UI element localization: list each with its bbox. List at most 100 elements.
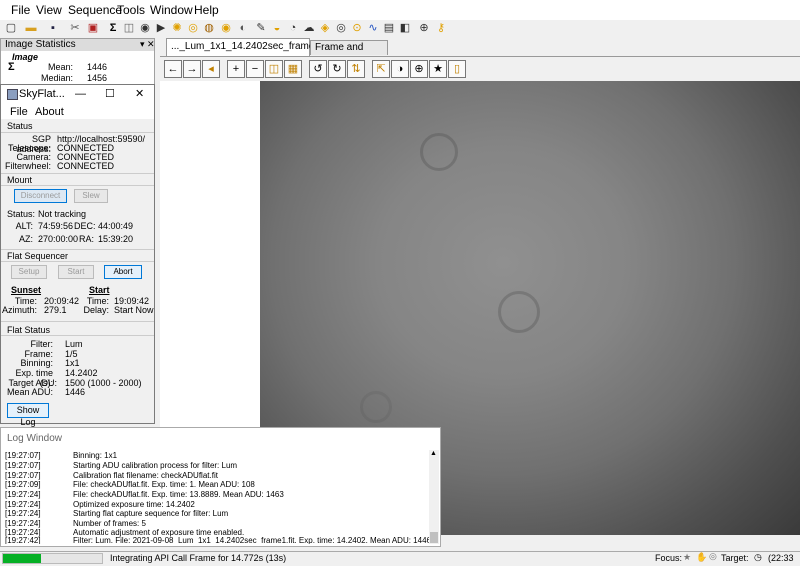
alt-value: 74:59:56: [38, 221, 74, 231]
image-statistics-title: Image Statistics: [1, 39, 154, 51]
log-message: Binning: 1x1: [73, 451, 118, 460]
setup-button[interactable]: Setup: [11, 265, 47, 279]
menu-window[interactable]: Window: [150, 3, 193, 17]
focuser-icon[interactable]: ⊙: [350, 21, 364, 35]
pin-icon[interactable]: ▾: [140, 39, 145, 50]
divider: [1, 335, 154, 336]
guide-icon[interactable]: ◧: [398, 21, 412, 35]
telescope-icon[interactable]: ◍: [202, 21, 216, 35]
rotate-left-icon[interactable]: ↺: [309, 60, 327, 78]
camera-icon[interactable]: ◉: [138, 21, 152, 35]
disconnect-button[interactable]: Disconnect: [14, 189, 67, 203]
alt-label: ALT:: [15, 221, 33, 231]
start-button[interactable]: Start: [58, 265, 94, 279]
minimize-icon[interactable]: —: [75, 85, 86, 103]
contrast-icon[interactable]: ◑: [391, 60, 409, 78]
exp-time-value: 14.2402: [65, 368, 98, 378]
frame-icon[interactable]: ◐: [236, 21, 250, 35]
pen-icon[interactable]: ✎: [254, 21, 268, 35]
tools-icon[interactable]: ✂: [68, 21, 82, 35]
delay-label: Delay:: [83, 305, 109, 315]
zoom-in-icon[interactable]: +: [227, 60, 245, 78]
crosshair-icon[interactable]: ⊕: [417, 21, 431, 35]
image-statistics-panel: Image Statistics ▾ ✕ Image Σ Mean: 1446 …: [0, 38, 155, 85]
weather-icon[interactable]: ☁: [302, 21, 316, 35]
statusbar: Integrating API Call Frame for 14.772s (…: [0, 551, 800, 566]
azimuth-value: 279.1: [44, 305, 67, 315]
clock-value: (22:33: [768, 553, 794, 563]
star-icon[interactable]: ★: [429, 60, 447, 78]
dec-value: 44:00:49: [98, 221, 134, 231]
mean-adu-value: 1446: [65, 387, 86, 397]
scroll-thumb[interactable]: [430, 532, 438, 543]
arrow-left-icon[interactable]: ←: [164, 60, 182, 78]
divider: [1, 185, 154, 186]
auto-stretch-icon[interactable]: ⇱: [372, 60, 390, 78]
menu-file[interactable]: File: [11, 3, 30, 17]
target-icon[interactable]: ◎: [334, 21, 348, 35]
progress-fill: [3, 554, 41, 563]
star-icon: ★: [683, 552, 692, 562]
gauge-icon[interactable]: ◔: [286, 21, 300, 35]
binning-value: 1x1: [65, 358, 80, 368]
skyflat-title: SkyFlat...: [19, 88, 65, 100]
filter-wheel-icon[interactable]: ◎: [186, 21, 200, 35]
document-tabstrip: ..._Lum_1x1_14.2402sec_frame1 Frame and …: [160, 38, 800, 67]
divider: [1, 173, 154, 174]
median-label: Median:: [40, 73, 73, 83]
log-time: [19:27:09]: [5, 480, 41, 489]
skyflat-menu-file[interactable]: File: [10, 106, 28, 118]
zoom-out-icon[interactable]: −: [246, 60, 264, 78]
rotate-right-icon[interactable]: ↻: [328, 60, 346, 78]
log-scrollbar[interactable]: ▲: [429, 450, 439, 544]
show-log-button[interactable]: Show Log: [7, 403, 49, 427]
mean-value: 1446: [87, 62, 108, 72]
save-icon[interactable]: ▪: [46, 21, 60, 35]
menu-sequence[interactable]: Sequence: [68, 3, 122, 17]
info-icon[interactable]: ▯: [448, 60, 466, 78]
tab-frame1[interactable]: ..._Lum_1x1_14.2402sec_frame1: [166, 38, 320, 56]
mount-icon[interactable]: ◉: [219, 21, 233, 35]
crosshair-target-icon[interactable]: ⊕: [410, 60, 428, 78]
dust-donut: [420, 133, 458, 171]
maximize-icon[interactable]: ☐: [105, 85, 115, 103]
log-time: [19:27:07]: [5, 461, 41, 470]
scroll-up-icon[interactable]: ▲: [430, 450, 437, 457]
log-time: [19:27:24]: [5, 490, 41, 499]
key-icon[interactable]: ⚷: [434, 21, 448, 35]
abort-button[interactable]: Abort: [104, 265, 142, 279]
menu-help[interactable]: Help: [194, 3, 219, 17]
flip-icon[interactable]: ⇅: [347, 60, 365, 78]
play-icon[interactable]: ▶: [154, 21, 168, 35]
tab-frame-and-focus[interactable]: Frame and Focus: [310, 40, 388, 67]
menu-view[interactable]: View: [36, 3, 62, 17]
dust-donut: [360, 391, 392, 423]
rotator-icon[interactable]: ◈: [318, 21, 332, 35]
zoom-fit-icon[interactable]: ◫: [265, 60, 283, 78]
status-section-title: Status: [7, 121, 33, 131]
thumb-icon: ✋: [696, 552, 708, 562]
calibrate-icon[interactable]: ◫: [122, 21, 136, 35]
dome-icon[interactable]: ◒: [270, 21, 284, 35]
log-time: [19:27:42]: [5, 536, 41, 544]
slew-button[interactable]: Slew: [74, 189, 108, 203]
close-icon[interactable]: ✕: [135, 85, 144, 103]
sum-icon[interactable]: Σ: [106, 21, 120, 35]
stretch-icon[interactable]: ◂: [202, 60, 220, 78]
delay-value: Start Now: [114, 305, 154, 315]
log-message: Starting flat capture sequence for filte…: [73, 509, 229, 518]
arrow-right-icon[interactable]: →: [183, 60, 201, 78]
open-folder-icon[interactable]: ▬: [24, 21, 38, 35]
start-heading: Start: [89, 285, 110, 295]
log-time: [19:27:07]: [5, 451, 41, 460]
capture-icon[interactable]: ▣: [86, 21, 100, 35]
sun-icon[interactable]: ✺: [170, 21, 184, 35]
skyflat-menu-about[interactable]: About: [35, 106, 64, 118]
log-list[interactable]: [19:27:07] Binning: 1x1 [19:27:07] Startin…: [3, 450, 429, 544]
menu-tools[interactable]: Tools: [117, 3, 145, 17]
new-document-icon[interactable]: ▢: [4, 21, 18, 35]
graph-icon[interactable]: ∿: [366, 21, 380, 35]
zoom-actual-icon[interactable]: ▦: [284, 60, 302, 78]
chart-icon[interactable]: ▤: [382, 21, 396, 35]
close-icon[interactable]: ✕: [147, 39, 155, 50]
